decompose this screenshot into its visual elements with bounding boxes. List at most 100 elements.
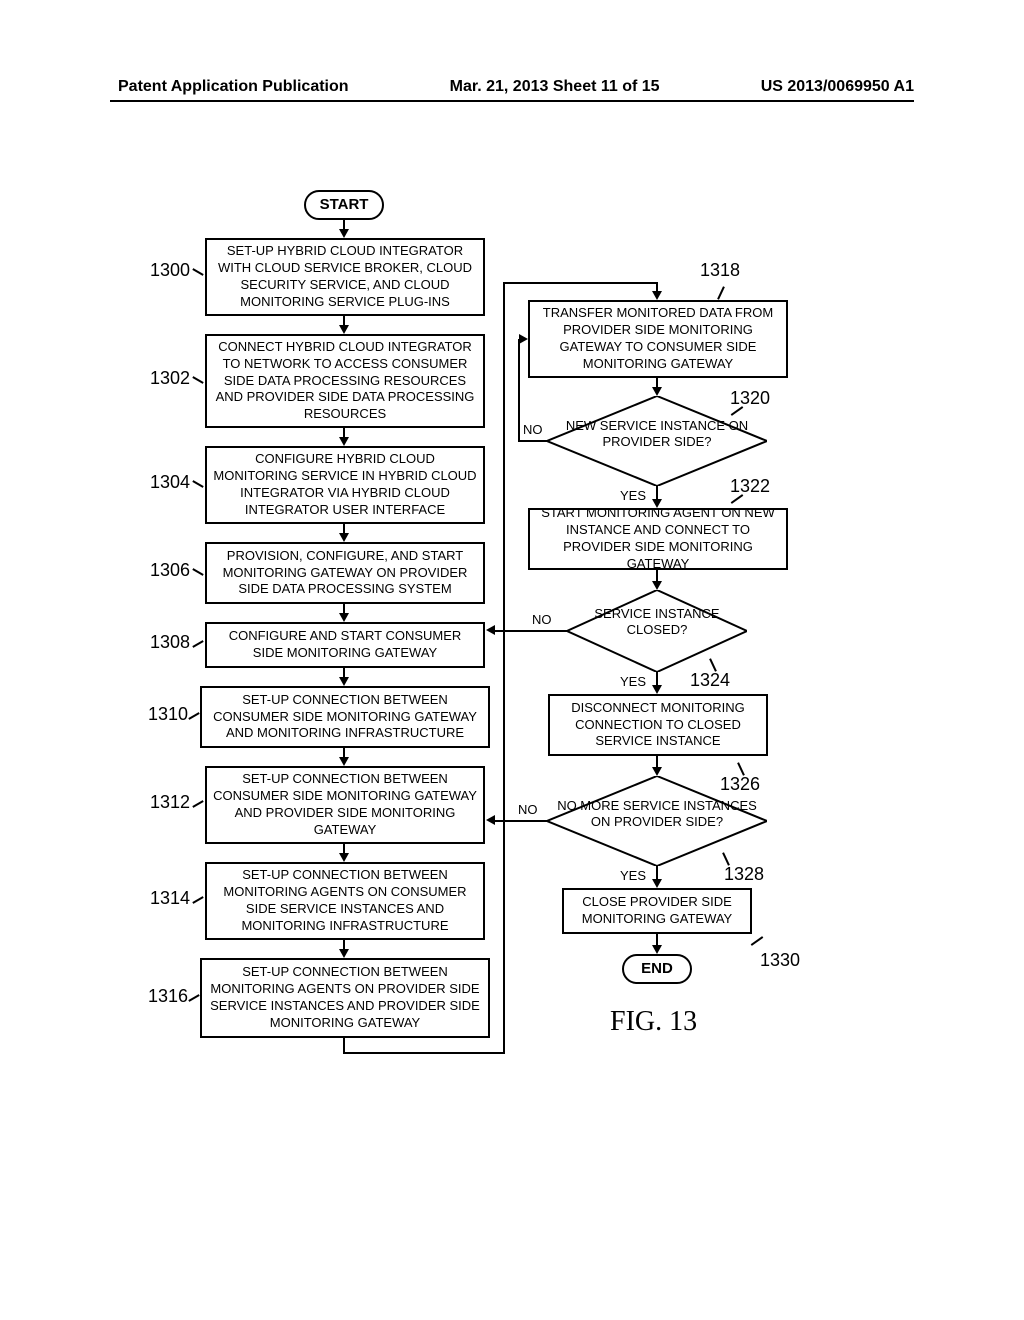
decision-1328: NO MORE SERVICE INSTANCES ON PROVIDER SI…: [547, 776, 767, 866]
decision-1324-text: SERVICE INSTANCE CLOSED?: [567, 606, 747, 639]
step-1308: CONFIGURE AND START CONSUMER SIDE MONITO…: [205, 622, 485, 668]
ref-tick: [192, 896, 203, 904]
ref-tick: [192, 480, 203, 488]
ref-1328: 1328: [724, 864, 764, 885]
arrow-head: [339, 613, 349, 622]
arrow-head: [339, 533, 349, 542]
arrow: [656, 486, 658, 500]
step-1326-text: DISCONNECT MONITORING CONNECTION TO CLOS…: [556, 700, 760, 751]
header-center: Mar. 21, 2013 Sheet 11 of 15: [450, 78, 660, 96]
ref-tick: [192, 268, 203, 276]
ref-1310: 1310: [148, 704, 188, 725]
arrow-head: [339, 437, 349, 446]
arrow-head: [339, 757, 349, 766]
connector: [343, 1038, 345, 1052]
ref-tick: [192, 800, 203, 808]
connector: [494, 820, 547, 822]
step-1326: DISCONNECT MONITORING CONNECTION TO CLOS…: [548, 694, 768, 756]
arrow: [656, 866, 658, 880]
no-label: NO: [523, 422, 543, 437]
step-1302-text: CONNECT HYBRID CLOUD INTEGRATOR TO NETWO…: [213, 339, 477, 423]
page-header: Patent Application Publication Mar. 21, …: [0, 78, 1024, 96]
step-1316-text: SET-UP CONNECTION BETWEEN MONITORING AGE…: [208, 964, 482, 1032]
yes-label: YES: [620, 674, 646, 689]
header-right: US 2013/0069950 A1: [761, 78, 914, 96]
start-label: START: [320, 195, 369, 215]
no-label: NO: [532, 612, 552, 627]
arrow-head: [486, 625, 495, 635]
decision-1328-text: NO MORE SERVICE INSTANCES ON PROVIDER SI…: [547, 798, 767, 831]
arrow-head: [652, 879, 662, 888]
step-1304: CONFIGURE HYBRID CLOUD MONITORING SERVIC…: [205, 446, 485, 524]
connector: [503, 282, 658, 284]
decision-1320: NEW SERVICE INSTANCE ON PROVIDER SIDE?: [547, 396, 767, 486]
end-label: END: [641, 959, 673, 979]
ref-1324: 1324: [690, 670, 730, 691]
ref-1330: 1330: [760, 950, 800, 971]
step-1316: SET-UP CONNECTION BETWEEN MONITORING AGE…: [200, 958, 490, 1038]
step-1312-text: SET-UP CONNECTION BETWEEN CONSUMER SIDE …: [213, 771, 477, 839]
step-1322: START MONITORING AGENT ON NEW INSTANCE A…: [528, 508, 788, 570]
step-1310-text: SET-UP CONNECTION BETWEEN CONSUMER SIDE …: [208, 692, 482, 743]
arrow-head: [339, 949, 349, 958]
ref-1316: 1316: [148, 986, 188, 1007]
ref-1318: 1318: [700, 260, 740, 281]
end-terminator: END: [622, 954, 692, 984]
arrow-head: [519, 334, 528, 344]
arrow-head: [339, 325, 349, 334]
arrow-head: [652, 685, 662, 694]
step-1302: CONNECT HYBRID CLOUD INTEGRATOR TO NETWO…: [205, 334, 485, 428]
arrow-head: [339, 853, 349, 862]
start-terminator: START: [304, 190, 384, 220]
no-label: NO: [518, 802, 538, 817]
step-1300-text: SET-UP HYBRID CLOUD INTEGRATOR WITH CLOU…: [213, 243, 477, 311]
arrow-head: [339, 677, 349, 686]
header-rule: [110, 100, 914, 102]
ref-tick: [192, 640, 203, 648]
decision-1320-text: NEW SERVICE INSTANCE ON PROVIDER SIDE?: [547, 418, 767, 451]
step-1322-text: START MONITORING AGENT ON NEW INSTANCE A…: [536, 505, 780, 573]
step-1330-text: CLOSE PROVIDER SIDE MONITORING GATEWAY: [570, 894, 744, 928]
connector: [503, 282, 505, 1054]
arrow-head: [652, 291, 662, 300]
ref-tick: [751, 936, 764, 946]
step-1306-text: PROVISION, CONFIGURE, AND START MONITORI…: [213, 548, 477, 599]
ref-1308: 1308: [150, 632, 190, 653]
ref-tick: [717, 286, 725, 300]
arrow-head: [339, 229, 349, 238]
step-1300: SET-UP HYBRID CLOUD INTEGRATOR WITH CLOU…: [205, 238, 485, 316]
ref-1314: 1314: [150, 888, 190, 909]
arrow-head: [652, 945, 662, 954]
step-1306: PROVISION, CONFIGURE, AND START MONITORI…: [205, 542, 485, 604]
ref-1322: 1322: [730, 476, 770, 497]
step-1318-text: TRANSFER MONITORED DATA FROM PROVIDER SI…: [536, 305, 780, 373]
connector: [518, 339, 520, 442]
arrow-head: [652, 767, 662, 776]
connector: [518, 440, 547, 442]
arrow-head: [652, 581, 662, 590]
step-1304-text: CONFIGURE HYBRID CLOUD MONITORING SERVIC…: [213, 451, 477, 519]
step-1314-text: SET-UP CONNECTION BETWEEN MONITORING AGE…: [213, 867, 477, 935]
ref-tick: [192, 568, 203, 576]
ref-1300: 1300: [150, 260, 190, 281]
step-1312: SET-UP CONNECTION BETWEEN CONSUMER SIDE …: [205, 766, 485, 844]
yes-label: YES: [620, 868, 646, 883]
step-1330: CLOSE PROVIDER SIDE MONITORING GATEWAY: [562, 888, 752, 934]
connector: [343, 1052, 503, 1054]
decision-1324: SERVICE INSTANCE CLOSED?: [567, 590, 747, 672]
flowchart: START SET-UP HYBRID CLOUD INTEGRATOR WIT…: [0, 150, 1024, 1290]
ref-1304: 1304: [150, 472, 190, 493]
step-1310: SET-UP CONNECTION BETWEEN CONSUMER SIDE …: [200, 686, 490, 748]
yes-label: YES: [620, 488, 646, 503]
step-1318: TRANSFER MONITORED DATA FROM PROVIDER SI…: [528, 300, 788, 378]
arrow-head: [652, 387, 662, 396]
ref-tick: [192, 376, 203, 384]
ref-1302: 1302: [150, 368, 190, 389]
arrow-head: [486, 815, 495, 825]
figure-label: FIG. 13: [610, 1006, 697, 1038]
ref-1306: 1306: [150, 560, 190, 581]
ref-tick: [188, 994, 199, 1002]
ref-tick: [188, 712, 199, 720]
ref-1320: 1320: [730, 388, 770, 409]
header-left: Patent Application Publication: [118, 78, 349, 96]
